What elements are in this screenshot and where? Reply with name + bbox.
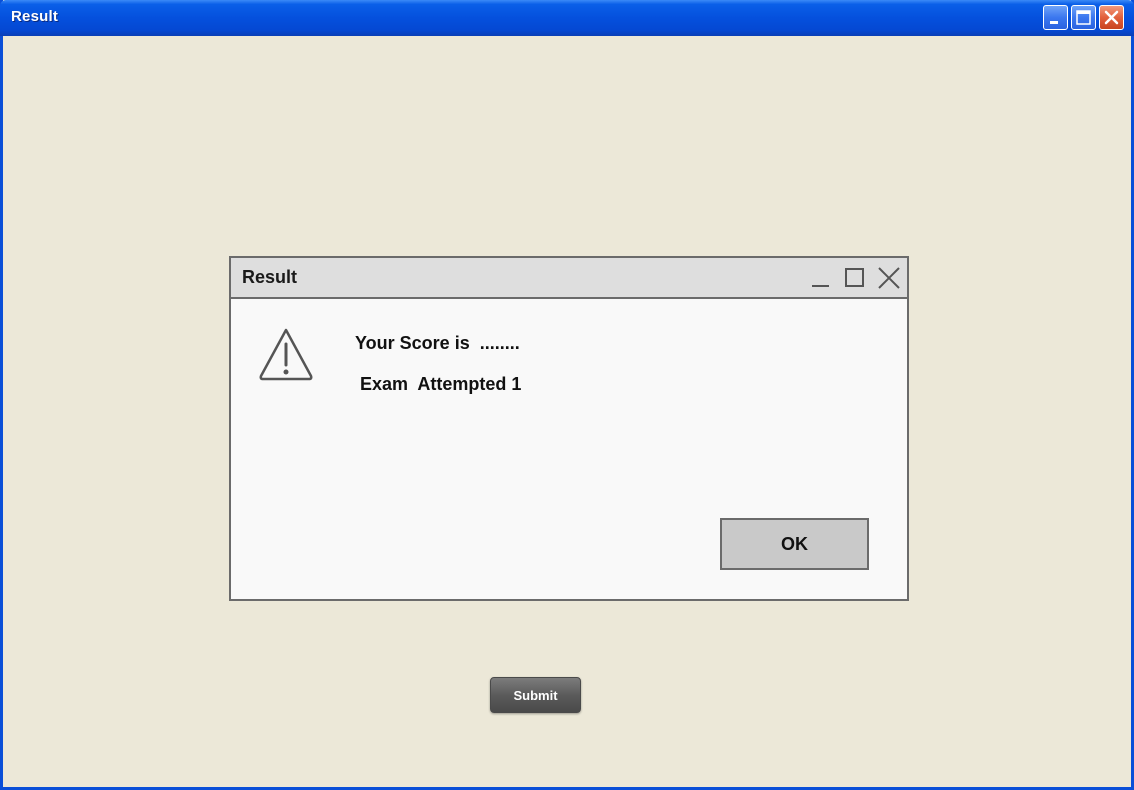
dialog-close-icon[interactable] — [877, 266, 901, 290]
warning-icon — [259, 328, 313, 381]
dialog-minimize-icon[interactable] — [809, 266, 833, 290]
minimize-icon — [1050, 21, 1058, 24]
window-maximize-button[interactable] — [1071, 5, 1096, 30]
submit-button[interactable]: Submit — [490, 677, 581, 713]
maximize-icon — [1076, 10, 1091, 25]
result-dialog: Result Your Score is ........ Exam Attem… — [229, 256, 909, 601]
window-titlebar[interactable]: Result — [0, 0, 1134, 36]
window-close-button[interactable] — [1099, 5, 1124, 30]
attempt-message: Exam Attempted 1 — [360, 374, 522, 394]
ok-button[interactable]: OK — [720, 518, 869, 570]
window-title: Result — [11, 8, 59, 25]
dialog-title: Result — [242, 267, 298, 287]
dialog-titlebar[interactable]: Result — [231, 258, 907, 299]
score-message: Your Score is ........ — [355, 333, 520, 353]
window-minimize-button[interactable] — [1043, 5, 1068, 30]
dialog-maximize-icon[interactable] — [843, 266, 867, 290]
close-icon — [1104, 10, 1119, 25]
main-window: Result Result Your Score is ........ Exa… — [0, 0, 1134, 790]
